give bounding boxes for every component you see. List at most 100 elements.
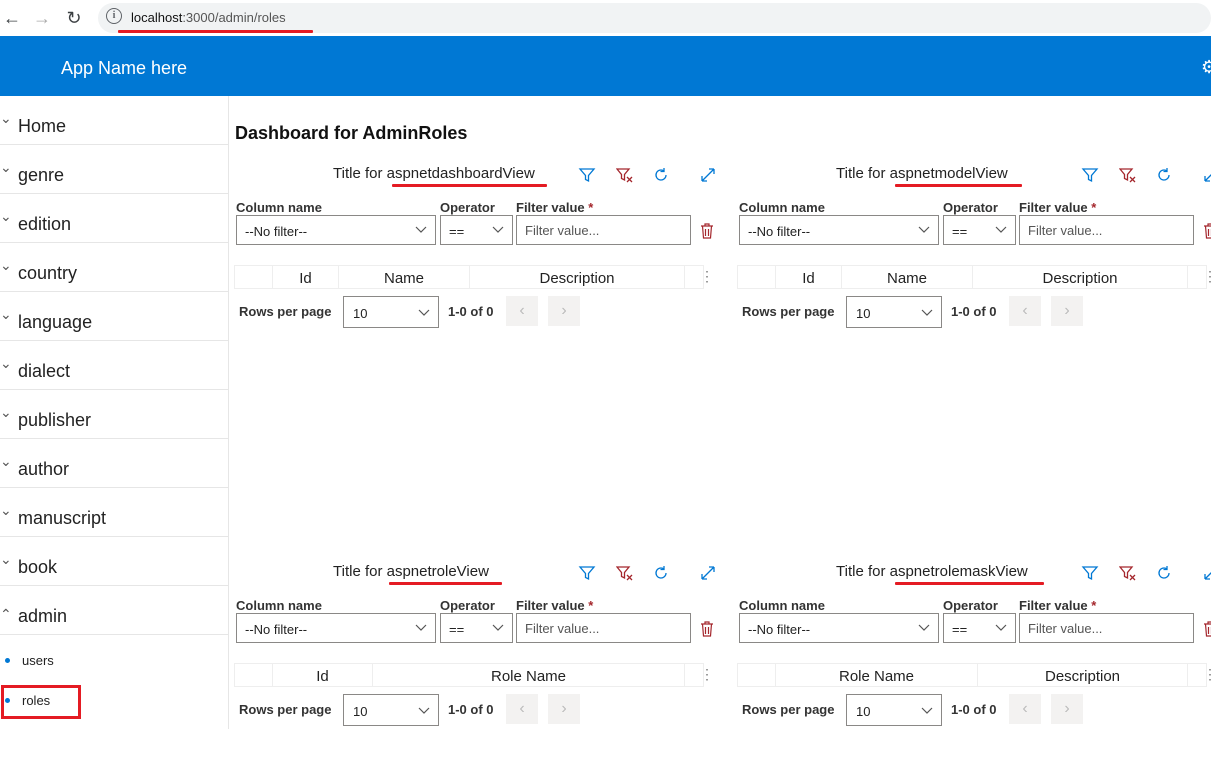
refresh-icon[interactable]: [652, 564, 670, 582]
prev-page-button[interactable]: ‹: [506, 694, 538, 724]
sidebar-item-author[interactable]: ⌄ author: [0, 439, 228, 488]
column-header[interactable]: Description: [470, 266, 685, 288]
filter-icon[interactable]: [1081, 166, 1099, 184]
chevron-down-icon: [918, 621, 930, 633]
filter-icon[interactable]: [578, 166, 596, 184]
rows-per-page-select[interactable]: 10: [343, 296, 439, 328]
sidebar-item-country[interactable]: ⌄ country: [0, 243, 228, 292]
sidebar-item-dialect[interactable]: ⌄ dialect: [0, 341, 228, 390]
filter-value-field[interactable]: [1020, 216, 1193, 244]
refresh-icon[interactable]: [652, 166, 670, 184]
column-select[interactable]: --No filter--: [236, 215, 436, 245]
clear-filter-icon[interactable]: [1118, 564, 1137, 582]
column-select[interactable]: --No filter--: [236, 613, 436, 643]
next-page-button[interactable]: ›: [1051, 694, 1083, 724]
more-options-icon[interactable]: ⋮: [1203, 666, 1211, 683]
column-select[interactable]: --No filter--: [739, 613, 939, 643]
column-header[interactable]: [738, 266, 776, 288]
url-text[interactable]: localhost:3000/admin/roles: [131, 10, 286, 25]
column-header[interactable]: [738, 664, 776, 686]
operator-select[interactable]: ==: [943, 215, 1016, 245]
column-header[interactable]: Name: [339, 266, 470, 288]
rows-per-page-select[interactable]: 10: [846, 694, 942, 726]
chevron-down-icon: ⌄: [0, 110, 12, 126]
next-page-button[interactable]: ›: [548, 694, 580, 724]
delete-icon[interactable]: [1203, 621, 1211, 637]
column-header[interactable]: Role Name: [776, 664, 978, 686]
column-header[interactable]: Id: [273, 266, 339, 288]
gear-icon[interactable]: ⚙: [1201, 57, 1211, 78]
column-header[interactable]: Id: [776, 266, 842, 288]
rows-per-page-select[interactable]: 10: [846, 296, 942, 328]
column-header[interactable]: [235, 266, 273, 288]
filter-value-input[interactable]: [516, 215, 691, 245]
chevron-down-icon: [492, 223, 504, 235]
next-page-button[interactable]: ›: [548, 296, 580, 326]
filter-value-field[interactable]: [517, 216, 690, 244]
sidebar-subitem-users[interactable]: users: [0, 646, 228, 676]
operator-select[interactable]: ==: [943, 613, 1016, 643]
filter-icon[interactable]: [578, 564, 596, 582]
filter-value-input[interactable]: [1019, 215, 1194, 245]
chevron-down-icon: ⌄: [0, 502, 12, 518]
dashboard-panel: Title for aspnetmodelView Column name Op…: [737, 165, 1211, 365]
more-options-icon[interactable]: ⋮: [1203, 268, 1211, 285]
expand-icon[interactable]: [699, 564, 717, 582]
back-icon[interactable]: ←: [0, 6, 24, 30]
filter-value-field[interactable]: [1020, 614, 1193, 642]
sidebar-item-edition[interactable]: ⌄ edition: [0, 194, 228, 243]
page-range: 1-0 of 0: [448, 702, 494, 717]
sidebar-item-book[interactable]: ⌄ book: [0, 537, 228, 586]
filter-value-label: Filter value *: [1019, 598, 1097, 613]
column-header[interactable]: Role Name: [373, 664, 685, 686]
next-page-button[interactable]: ›: [1051, 296, 1083, 326]
forward-icon[interactable]: →: [30, 6, 54, 30]
prev-page-button[interactable]: ‹: [506, 296, 538, 326]
refresh-icon[interactable]: [1155, 564, 1173, 582]
sidebar-item-label: country: [18, 263, 78, 283]
sidebar-item-admin[interactable]: ⌃ admin: [0, 586, 228, 635]
page-range: 1-0 of 0: [448, 304, 494, 319]
column-select[interactable]: --No filter--: [739, 215, 939, 245]
delete-icon[interactable]: [1203, 223, 1211, 239]
clear-filter-icon[interactable]: [615, 166, 634, 184]
refresh-icon[interactable]: [1155, 166, 1173, 184]
roles-annotation-box: [1, 685, 81, 719]
expand-icon[interactable]: [1202, 166, 1211, 184]
column-header[interactable]: Description: [973, 266, 1188, 288]
chevron-down-icon: ⌄: [0, 355, 12, 371]
chevron-down-icon: [921, 704, 933, 716]
filter-value-field[interactable]: [517, 614, 690, 642]
prev-page-button[interactable]: ‹: [1009, 694, 1041, 724]
operator-select[interactable]: ==: [440, 613, 513, 643]
filter-icon[interactable]: [1081, 564, 1099, 582]
delete-icon[interactable]: [700, 223, 714, 239]
info-icon[interactable]: i: [106, 8, 122, 24]
column-header[interactable]: [235, 664, 273, 686]
filter-value-input[interactable]: [1019, 613, 1194, 643]
sidebar-item-label: author: [18, 459, 70, 479]
expand-icon[interactable]: [1202, 564, 1211, 582]
clear-filter-icon[interactable]: [615, 564, 634, 582]
sidebar-item-manuscript[interactable]: ⌄ manuscript: [0, 488, 228, 537]
operator-select[interactable]: ==: [440, 215, 513, 245]
column-header[interactable]: Description: [978, 664, 1188, 686]
sidebar-item-publisher[interactable]: ⌄ publisher: [0, 390, 228, 439]
column-header[interactable]: Id: [273, 664, 373, 686]
delete-icon[interactable]: [700, 621, 714, 637]
prev-page-button[interactable]: ‹: [1009, 296, 1041, 326]
reload-icon[interactable]: ↻: [62, 6, 86, 30]
rows-per-page-select[interactable]: 10: [343, 694, 439, 726]
column-header[interactable]: Name: [842, 266, 973, 288]
more-options-icon[interactable]: ⋮: [700, 666, 714, 683]
more-options-icon[interactable]: ⋮: [700, 268, 714, 285]
clear-filter-icon[interactable]: [1118, 166, 1137, 184]
sidebar-item-genre[interactable]: ⌄ genre: [0, 145, 228, 194]
expand-icon[interactable]: [699, 166, 717, 184]
filter-value-label: Filter value *: [516, 200, 594, 215]
sidebar-item-language[interactable]: ⌄ language: [0, 292, 228, 341]
sidebar-item-home[interactable]: ⌄ Home: [0, 96, 228, 145]
panel-title: Title for aspnetmodelView: [836, 165, 1008, 182]
operator-label: Operator: [943, 200, 998, 215]
filter-value-input[interactable]: [516, 613, 691, 643]
